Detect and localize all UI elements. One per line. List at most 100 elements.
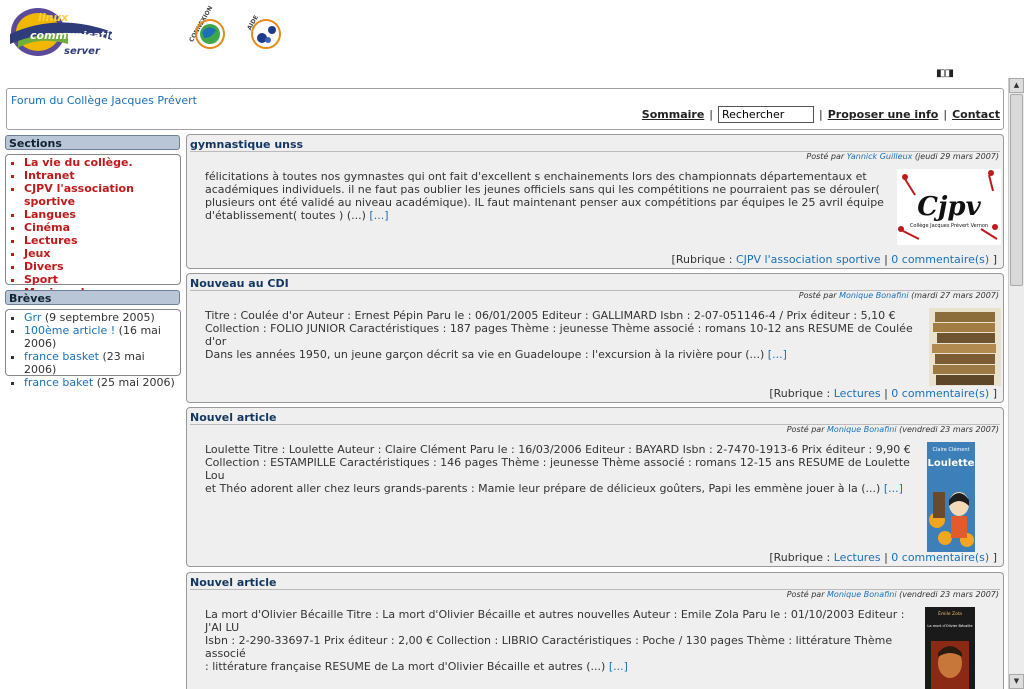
excerpt-line: Loulette Titre : Loulette Auteur : Clair… xyxy=(205,443,911,456)
posted-label: Posté par xyxy=(798,291,837,300)
section-item[interactable]: Langues xyxy=(24,208,180,221)
globe-icon xyxy=(195,19,225,49)
help-molecule-icon xyxy=(251,19,281,49)
article-footer: [Rubrique : CJPV l'association sportive … xyxy=(671,253,997,266)
section-item[interactable]: Jeux xyxy=(24,247,180,260)
section-link[interactable]: CJPV l'association sportive xyxy=(24,182,134,208)
section-item[interactable]: La vie du collège. xyxy=(24,156,180,169)
cjpv-logo-image[interactable]: Cjpv Collège Jacques Prévert Vernon xyxy=(897,169,1001,245)
breve-link[interactable]: 100ème article ! xyxy=(24,324,115,337)
layout-toggle-icon[interactable]: ◧◨ xyxy=(936,68,954,79)
cover-title: La mort d'Olivier Bécaille xyxy=(927,624,973,628)
excerpt-line: Collection : ESTAMPILLE Caractéristiques… xyxy=(205,456,910,482)
search-input[interactable] xyxy=(718,106,814,123)
excerpt-line: d'établissement( toutes ) (...) xyxy=(205,209,366,222)
article-author[interactable]: Monique Bonafini xyxy=(827,425,897,434)
loulette-cover-image[interactable]: Claire Clément Loulette xyxy=(927,442,975,552)
scroll-down-button[interactable]: ▼ xyxy=(1009,674,1024,689)
read-more-link[interactable]: [...] xyxy=(884,482,903,495)
article-card: Nouvel article Posté par Monique Bonafin… xyxy=(186,407,1004,567)
excerpt-line: La mort d'Olivier Bécaille Titre : La mo… xyxy=(205,608,905,634)
section-item[interactable]: CJPV l'association sportive xyxy=(24,182,180,208)
article-date: (vendredi 23 mars 2007) xyxy=(899,425,999,434)
breve-item: 100ème article ! (16 mai 2006) xyxy=(24,324,180,350)
article-excerpt: félicitations à toutes nos gymnastes qui… xyxy=(205,170,885,222)
excerpt-line: plusieurs ont été validé au niveau acadé… xyxy=(205,196,884,209)
article-byline: Posté par Monique Bonafini (mardi 27 mar… xyxy=(799,291,999,300)
cjpv-logo-text: Cjpv xyxy=(917,192,981,222)
breve-date: (25 mai 2006) xyxy=(96,376,175,389)
section-link[interactable]: La vie du collège. xyxy=(24,156,133,169)
section-link[interactable]: Intranet xyxy=(24,169,75,182)
section-link[interactable]: Cinéma xyxy=(24,221,70,234)
excerpt-line: Collection : FOLIO JUNIOR Caractéristiqu… xyxy=(205,322,913,348)
read-more-link[interactable]: [...] xyxy=(369,209,388,222)
nav-contact[interactable]: Contact xyxy=(952,108,1000,121)
comments-link[interactable]: 0 commentaire(s) xyxy=(891,387,989,400)
article-excerpt: Titre : Coulée d'or Auteur : Ernest Pépi… xyxy=(205,309,917,361)
breve-link[interactable]: france baket xyxy=(24,376,93,389)
nav-proposer-info[interactable]: Proposer une info xyxy=(828,108,939,121)
cjpv-logo-caption: Collège Jacques Prévert Vernon xyxy=(910,222,988,229)
breve-link[interactable]: france basket xyxy=(24,350,99,363)
vertical-scrollbar[interactable]: ▲ ▼ xyxy=(1008,78,1024,689)
connexion-button[interactable]: CONNEXION xyxy=(186,5,226,54)
section-link[interactable]: Divers xyxy=(24,260,64,273)
scroll-thumb[interactable] xyxy=(1010,94,1023,286)
article-date: (vendredi 23 mars 2007) xyxy=(899,590,999,599)
sections-box: La vie du collège. Intranet CJPV l'assoc… xyxy=(5,154,181,299)
breves-box: Grr (9 septembre 2005) 100ème article ! … xyxy=(5,309,181,389)
read-more-link[interactable]: [...] xyxy=(609,660,628,673)
article-date: (jeudi 29 mars 2007) xyxy=(914,152,999,161)
book-stack-image[interactable] xyxy=(929,308,1001,386)
lcs-logo[interactable]: linux communication server xyxy=(8,4,125,66)
read-more-link[interactable]: [...] xyxy=(768,348,787,361)
section-link[interactable]: Langues xyxy=(24,208,76,221)
article-card: gymnastique unss Posté par Yannick Guill… xyxy=(186,134,1004,269)
section-item[interactable]: Lectures xyxy=(24,234,180,247)
section-link[interactable]: Lectures xyxy=(24,234,78,247)
cover-author: Claire Clément xyxy=(933,446,970,453)
section-item[interactable]: Intranet xyxy=(24,169,180,182)
nav-separator: | xyxy=(943,108,948,121)
article-author[interactable]: Yannick Guilleux xyxy=(847,152,913,161)
breve-item: Grr (9 septembre 2005) xyxy=(24,311,180,324)
scroll-up-button[interactable]: ▲ xyxy=(1009,78,1024,93)
breve-item: france baket (25 mai 2006) xyxy=(24,376,180,389)
rubrique-link[interactable]: Lectures xyxy=(834,387,881,400)
section-item[interactable]: Divers xyxy=(24,260,180,273)
breve-link[interactable]: Grr xyxy=(24,311,41,324)
rubrique-label: [Rubrique : xyxy=(671,253,733,266)
excerpt-line: Isbn : 2-290-33697-1 Prix éditeur : 2,00… xyxy=(205,634,893,660)
article-excerpt: La mort d'Olivier Bécaille Titre : La mo… xyxy=(205,608,921,673)
article-title[interactable]: Nouveau au CDI xyxy=(190,277,289,290)
zola-cover-image[interactable]: Émile Zola La mort d'Olivier Bécaille xyxy=(925,607,975,689)
cover-title: Loulette xyxy=(928,458,975,469)
comments-link[interactable]: 0 commentaire(s) xyxy=(891,253,989,266)
excerpt-line: Dans les années 1950, un jeune garçon dé… xyxy=(205,348,765,361)
article-footer: [Rubrique : Lectures | 0 commentaire(s) … xyxy=(769,551,997,564)
rubrique-link[interactable]: CJPV l'association sportive xyxy=(736,253,881,266)
section-item[interactable]: Sport xyxy=(24,273,180,286)
excerpt-line: académiques individuels. il ne faut pas … xyxy=(205,183,880,196)
section-link[interactable]: Jeux xyxy=(24,247,50,260)
article-title[interactable]: Nouvel article xyxy=(190,576,276,589)
logo-line1: linux xyxy=(38,11,69,24)
article-author[interactable]: Monique Bonafini xyxy=(839,291,909,300)
aide-button[interactable]: AIDE xyxy=(244,10,284,54)
section-item[interactable]: Cinéma xyxy=(24,221,180,234)
posted-label: Posté par xyxy=(786,425,825,434)
excerpt-line: : littérature française RESUME de La mor… xyxy=(205,660,606,673)
logo-line3: server xyxy=(64,46,101,57)
posted-label: Posté par xyxy=(786,590,825,599)
article-title[interactable]: gymnastique unss xyxy=(190,138,303,151)
rubrique-link[interactable]: Lectures xyxy=(834,551,881,564)
article-author[interactable]: Monique Bonafini xyxy=(827,590,897,599)
site-title[interactable]: Forum du Collège Jacques Prévert xyxy=(11,94,197,107)
nav-sommaire[interactable]: Sommaire xyxy=(642,108,704,121)
comments-link[interactable]: 0 commentaire(s) xyxy=(891,551,989,564)
site-header: Forum du Collège Jacques Prévert Sommair… xyxy=(6,88,1004,130)
article-title[interactable]: Nouvel article xyxy=(190,411,276,424)
section-link[interactable]: Sport xyxy=(24,273,58,286)
article-byline: Posté par Yannick Guilleux (jeudi 29 mar… xyxy=(806,152,999,161)
